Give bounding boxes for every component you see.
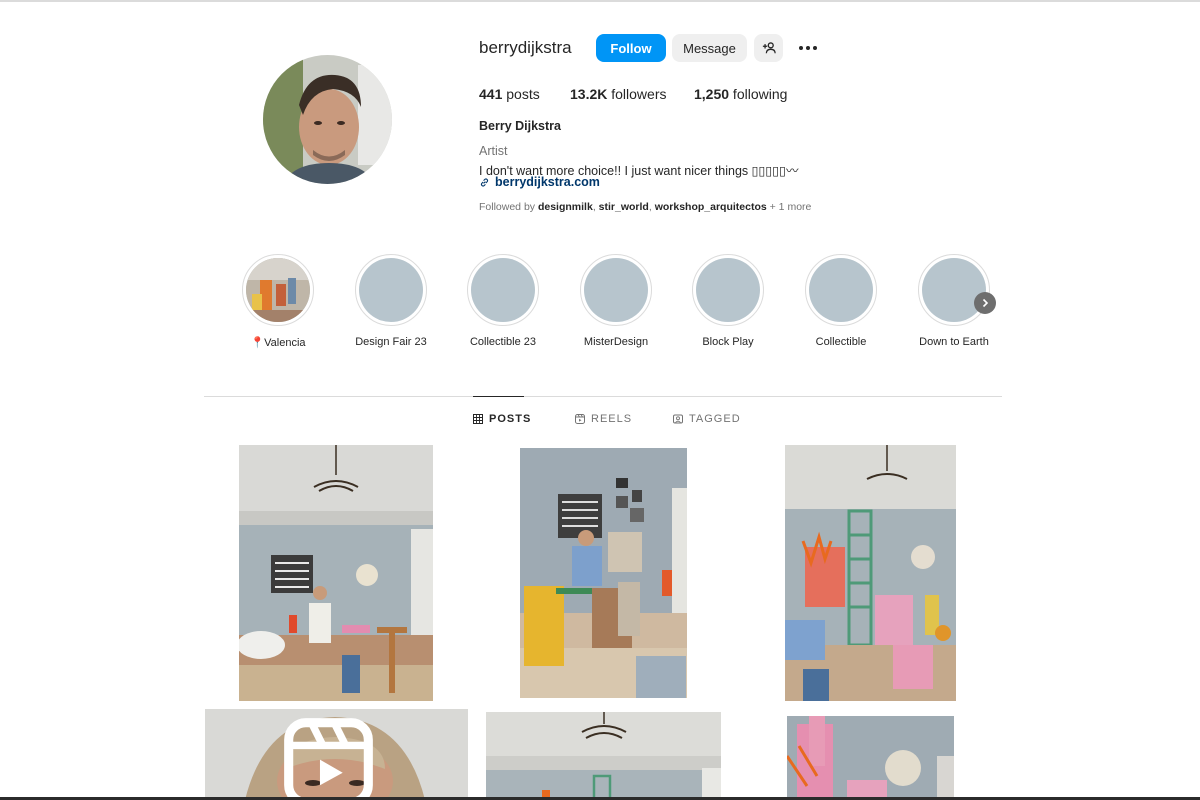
more-options-icon — [799, 46, 803, 50]
following-link[interactable]: 1,250 following — [694, 86, 787, 102]
more-options-button[interactable] — [797, 38, 819, 58]
post-thumbnail[interactable] — [205, 709, 468, 800]
tab-tagged[interactable]: TAGGED — [673, 413, 741, 425]
suggest-user-button[interactable] — [754, 34, 783, 62]
followed-by-prefix: Followed by — [479, 201, 538, 213]
profile-avatar[interactable] — [263, 55, 392, 184]
post-image — [239, 445, 433, 701]
website-link[interactable]: berrydijkstra.com — [479, 175, 600, 189]
highlights-next-button[interactable] — [974, 292, 996, 314]
highlight-valencia[interactable]: 📍Valencia — [223, 254, 333, 349]
highlight-design-fair-23[interactable]: Design Fair 23 — [336, 254, 446, 348]
highlight-label: Down to Earth — [919, 336, 989, 348]
tab-tagged-label: TAGGED — [689, 413, 741, 425]
highlight-collectible[interactable]: Collectible — [786, 254, 896, 348]
following-label: following — [729, 86, 788, 102]
post-image — [785, 445, 956, 701]
website-link-text: berrydijkstra.com — [495, 175, 600, 189]
posts-label: posts — [502, 86, 540, 102]
followers-link[interactable]: 13.2K followers — [570, 86, 667, 102]
highlight-label: Design Fair 23 — [355, 336, 427, 348]
post-thumbnail[interactable] — [486, 712, 721, 800]
avatar-image — [263, 55, 392, 184]
highlight-cover — [696, 258, 760, 322]
highlight-label: Collectible 23 — [469, 336, 537, 348]
highlight-cover — [922, 258, 986, 322]
full-name: Berry Dijkstra — [479, 119, 561, 133]
highlight-cover — [246, 258, 310, 322]
post-image — [486, 712, 721, 800]
top-border — [0, 0, 1200, 2]
highlight-cover — [471, 258, 535, 322]
highlight-label: Collectible — [815, 336, 867, 348]
followed-by-more: + 1 more — [766, 201, 812, 213]
post-image — [787, 716, 954, 800]
highlight-label: 📍Valencia — [250, 337, 306, 349]
post-thumbnail[interactable] — [787, 716, 954, 800]
highlight-cover — [359, 258, 423, 322]
active-tab-indicator — [473, 396, 524, 397]
highlight-cover — [584, 258, 648, 322]
post-thumbnail[interactable] — [520, 448, 687, 698]
followers-label: followers — [607, 86, 667, 102]
posts-count: 441 posts — [479, 86, 540, 102]
followers-number: 13.2K — [570, 86, 608, 102]
profile-category: Artist — [479, 144, 508, 158]
tab-reels-label: REELS — [591, 413, 633, 425]
chevron-right-icon — [982, 298, 989, 308]
post-thumbnail[interactable] — [785, 445, 956, 701]
followed-by[interactable]: Followed by designmilk, stir_world, work… — [479, 201, 811, 213]
highlight-label: Block Play — [702, 336, 754, 348]
followed-by-user-3[interactable]: workshop_arquitectos — [655, 201, 767, 213]
highlight-label: MisterDesign — [583, 336, 649, 348]
highlight-block-play[interactable]: Block Play — [673, 254, 783, 348]
reels-icon — [284, 718, 373, 800]
message-button[interactable]: Message — [672, 34, 747, 62]
highlight-collectible-23[interactable]: Collectible 23 — [448, 254, 558, 348]
tabs-divider — [204, 396, 1002, 397]
followed-by-user-1[interactable]: designmilk — [538, 201, 593, 213]
link-icon — [480, 177, 489, 187]
tab-posts-label: POSTS — [489, 413, 532, 425]
add-user-icon — [762, 42, 776, 54]
tab-reels[interactable]: REELS — [575, 413, 632, 425]
grid-icon — [473, 414, 483, 424]
highlight-misterdesign[interactable]: MisterDesign — [561, 254, 671, 348]
following-number: 1,250 — [694, 86, 730, 102]
follow-button[interactable]: Follow — [596, 34, 666, 62]
tagged-icon — [673, 414, 683, 424]
tab-posts[interactable]: POSTS — [473, 413, 531, 425]
username: berrydijkstra — [479, 38, 572, 57]
highlight-cover — [809, 258, 873, 322]
reels-icon — [575, 414, 585, 424]
post-thumbnail[interactable] — [239, 445, 433, 701]
followed-by-user-2[interactable]: stir_world — [599, 201, 649, 213]
post-image — [520, 448, 687, 698]
posts-number: 441 — [479, 86, 503, 102]
